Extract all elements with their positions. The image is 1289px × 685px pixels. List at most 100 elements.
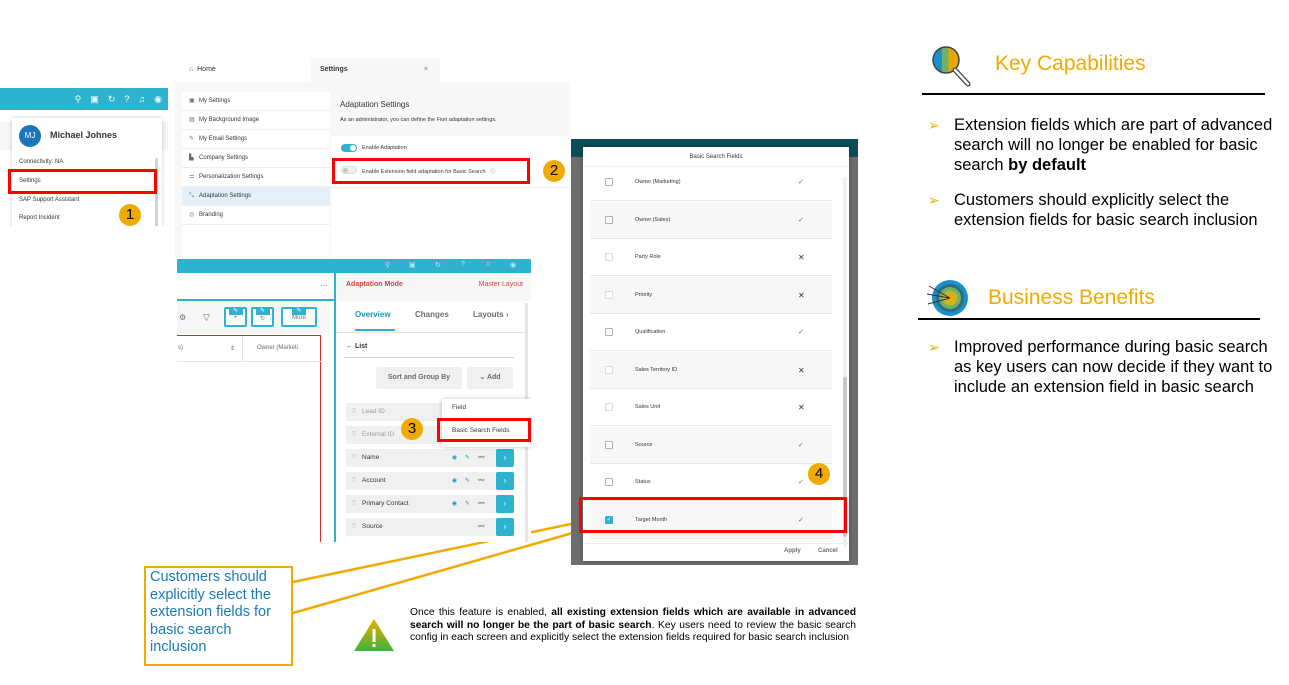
- navigate-button[interactable]: ›: [496, 449, 514, 467]
- step-badge-3: 3: [401, 418, 423, 440]
- search-field-row[interactable]: Sales Unit ✕: [590, 389, 832, 426]
- search-field-row[interactable]: Priority ✕: [590, 276, 832, 314]
- field-checkbox[interactable]: [605, 215, 613, 224]
- profile-icon[interactable]: ◉: [154, 94, 162, 104]
- enable-adaptation-toggle[interactable]: [341, 144, 357, 152]
- add-button[interactable]: ✎ +: [224, 307, 247, 327]
- sidebar-item-background-image[interactable]: ▤ My Background Image: [182, 111, 330, 130]
- feedback-icon[interactable]: ▣: [90, 94, 99, 104]
- field-action-icons[interactable]: ◉ ✎ 👓: [452, 495, 488, 513]
- sidebar-item-personalization[interactable]: ⚌ Personalization Settings: [182, 168, 330, 187]
- field-checkbox[interactable]: [605, 178, 613, 186]
- content-description: As an administrator, you can define the …: [340, 117, 497, 123]
- tab-layouts[interactable]: Layouts ›: [473, 310, 509, 319]
- supported-check-icon: ✓: [798, 179, 804, 186]
- sort-group-button[interactable]: Sort and Group By: [376, 367, 462, 389]
- search-field-row[interactable]: Qualification ✓: [590, 314, 832, 351]
- more-button[interactable]: ✎ More: [281, 307, 317, 327]
- drag-handle-icon[interactable]: ⠿: [346, 495, 362, 513]
- divider: [336, 332, 526, 333]
- settings-icon[interactable]: ⚙: [179, 313, 186, 322]
- field-checkbox[interactable]: [605, 478, 613, 486]
- not-supported-x-icon: ✕: [798, 365, 805, 375]
- edit-pencil-icon: ✎: [292, 307, 306, 315]
- more-icon[interactable]: ···: [320, 281, 328, 290]
- search-field-row[interactable]: Party Role ✕: [590, 239, 832, 276]
- tab-home[interactable]: ⌂ Home: [189, 58, 309, 82]
- field-label: Account: [362, 477, 386, 484]
- highlight-settings: [8, 169, 157, 194]
- dialog-scrollbar[interactable]: [843, 177, 847, 547]
- notification-icon[interactable]: ♫: [138, 94, 145, 104]
- profile-icon[interactable]: ◉: [510, 261, 516, 269]
- add-menu-item-field[interactable]: Field: [452, 404, 466, 411]
- field-checkbox[interactable]: [605, 253, 613, 261]
- field-action-icons[interactable]: ◉ ✎ 👓: [452, 472, 488, 490]
- field-label: Source: [362, 523, 383, 530]
- drag-handle-icon[interactable]: ⠿: [346, 426, 362, 444]
- arrow-bullet-icon: ➢: [928, 117, 940, 133]
- not-supported-x-icon: ✕: [798, 403, 805, 412]
- search-field-row[interactable]: Source ✓: [590, 426, 832, 464]
- master-layout-label[interactable]: Master Layout: [479, 281, 523, 288]
- target-icon: [926, 280, 968, 316]
- field-row[interactable]: ⠿ Source 👓 ›: [346, 518, 514, 536]
- history-icon[interactable]: ↻: [435, 261, 441, 269]
- menu-item-support-assistant[interactable]: SAP Support Assistant: [19, 197, 79, 203]
- field-row[interactable]: ⠿ Primary Contact ◉ ✎ 👓 ›: [346, 495, 514, 513]
- sort-icon[interactable]: ⇕: [230, 345, 235, 352]
- field-checkbox[interactable]: [605, 440, 613, 449]
- navigate-button[interactable]: ›: [496, 472, 514, 490]
- sidebar-item-company-settings[interactable]: ▙ Company Settings: [182, 149, 330, 168]
- search-field-row[interactable]: Owner (Sales) ✓: [590, 201, 832, 239]
- drag-handle-icon[interactable]: ⠿: [346, 403, 362, 421]
- search-field-row[interactable]: Status ✓: [590, 464, 832, 501]
- search-icon[interactable]: ⚲: [75, 94, 82, 104]
- field-label: Lead ID: [362, 408, 385, 415]
- drag-handle-icon[interactable]: ⠿: [346, 518, 362, 536]
- sidebar-item-adaptation-settings[interactable]: ⤡ Adaptation Settings: [182, 187, 330, 206]
- search-icon[interactable]: ⚲: [385, 261, 390, 269]
- sidebar-item-email-settings[interactable]: ✎ My Email Settings: [182, 130, 330, 149]
- add-dropdown-button[interactable]: ⌄ Add: [467, 367, 513, 389]
- field-checkbox[interactable]: [605, 290, 613, 299]
- field-label: External ID: [362, 431, 395, 438]
- sidebar-item-branding[interactable]: ◎ Branding: [182, 206, 330, 225]
- close-icon[interactable]: ×: [424, 58, 428, 82]
- cancel-button[interactable]: Cancel: [818, 548, 838, 554]
- step-badge-4: 4: [808, 463, 830, 485]
- help-icon[interactable]: ?: [461, 261, 465, 268]
- field-row[interactable]: ⠿ Account ◉ ✎ 👓 ›: [346, 472, 514, 490]
- field-checkbox[interactable]: [605, 403, 613, 411]
- help-icon[interactable]: ?: [124, 94, 129, 104]
- tab-overview[interactable]: Overview: [355, 310, 391, 319]
- apply-button[interactable]: Apply: [784, 548, 801, 554]
- tab-settings[interactable]: Settings ×: [311, 58, 440, 82]
- notification-icon[interactable]: ♫: [485, 261, 490, 268]
- drag-handle-icon[interactable]: ⠿: [346, 449, 362, 467]
- field-action-icons[interactable]: 👓: [478, 518, 488, 536]
- column-header[interactable]: Owner (Marketi: [257, 345, 298, 351]
- navigate-button[interactable]: ›: [496, 518, 514, 536]
- field-checkbox[interactable]: [605, 365, 613, 374]
- field-row[interactable]: ⠿ Name ◉ ✎ 👓 ›: [346, 449, 514, 467]
- not-supported-x-icon: ✕: [798, 290, 805, 300]
- filter-icon[interactable]: ▽: [203, 312, 210, 323]
- search-field-row[interactable]: Owner (Marketing) ✓: [590, 164, 832, 201]
- field-action-icons[interactable]: ◉ ✎ 👓: [452, 449, 488, 467]
- sidebar-item-my-settings[interactable]: ▣ My Settings: [182, 92, 330, 111]
- column-header[interactable]: s): [178, 345, 183, 351]
- menu-item-report-incident[interactable]: Report Incident: [19, 215, 60, 221]
- back-to-list[interactable]: ← List: [346, 343, 367, 350]
- field-checkbox[interactable]: [605, 328, 613, 336]
- arrow-bullet-icon: ➢: [928, 339, 940, 355]
- drag-handle-icon[interactable]: ⠿: [346, 472, 362, 490]
- field-label: Name: [362, 454, 380, 461]
- refresh-button[interactable]: ✎ ↻: [251, 307, 274, 327]
- tab-changes[interactable]: Changes: [415, 310, 449, 319]
- adaptation-header: Adaptation Mode Master Layout: [336, 273, 531, 301]
- search-field-row[interactable]: Sales Territory ID ✕: [590, 351, 832, 389]
- feedback-icon[interactable]: ▣: [409, 261, 416, 269]
- navigate-button[interactable]: ›: [496, 495, 514, 513]
- history-icon[interactable]: ↻: [108, 94, 116, 104]
